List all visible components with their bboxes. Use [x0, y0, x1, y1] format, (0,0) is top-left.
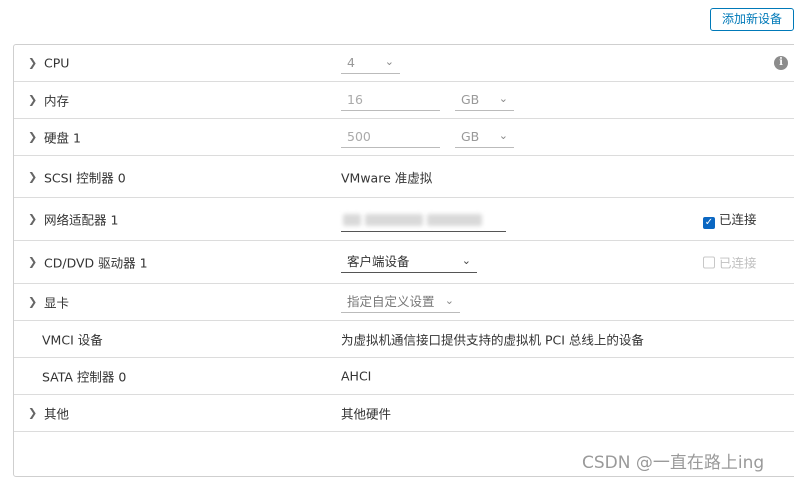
sata-type-value: AHCI [341, 368, 372, 384]
row-label-sata: SATA 控制器 0 [42, 369, 127, 385]
memory-unit-select[interactable]: GB ⌄ [455, 89, 514, 111]
chevron-right-icon[interactable]: ❯ [28, 170, 37, 183]
row-label-hard-disk: 硬盘 1 [44, 130, 81, 146]
row-sata-controller: SATA 控制器 0 AHCI [14, 358, 794, 395]
chevron-right-icon[interactable]: ❯ [28, 131, 37, 144]
chevron-right-icon[interactable]: ❯ [28, 296, 37, 309]
network-select-redacted[interactable] [341, 208, 506, 232]
row-scsi-controller[interactable]: ❯ SCSI 控制器 0 VMware 准虚拟 [14, 156, 794, 198]
disk-unit-select[interactable]: GB ⌄ [455, 126, 514, 148]
row-label-scsi: SCSI 控制器 0 [44, 170, 126, 185]
chevron-down-icon: ⌄ [498, 92, 508, 105]
chevron-down-icon: ⌄ [444, 294, 454, 307]
redacted-text [427, 214, 482, 226]
redacted-text [343, 214, 361, 226]
cddvd-source-select[interactable]: 客户端设备 ⌄ [341, 251, 477, 273]
scsi-type-value: VMware 准虚拟 [341, 170, 433, 185]
chevron-down-icon: ⌄ [384, 55, 394, 68]
cpu-count-select[interactable]: 4 ⌄ [341, 52, 400, 74]
cddvd-connected-checkbox[interactable]: 已连接 [703, 253, 757, 272]
network-connected-checkbox[interactable]: ✓ 已连接 [703, 209, 757, 229]
row-cddvd-drive[interactable]: ❯ CD/DVD 驱动器 1 客户端设备 ⌄ 已连接 [14, 241, 794, 284]
chevron-right-icon[interactable]: ❯ [28, 213, 37, 226]
row-network-adapter[interactable]: ❯ 网络适配器 1 ✓ 已连接 [14, 198, 794, 241]
row-video-card[interactable]: ❯ 显卡 指定自定义设置 ⌄ [14, 284, 794, 321]
cddvd-source-value: 客户端设备 [347, 254, 410, 269]
chevron-down-icon: ⌄ [498, 129, 508, 142]
row-label-other: 其他 [44, 406, 70, 422]
chevron-right-icon[interactable]: ❯ [28, 407, 37, 420]
checkmark-icon: ✓ [703, 217, 715, 229]
network-connected-label: 已连接 [719, 212, 757, 227]
row-label-vmci: VMCI 设备 [42, 332, 103, 348]
row-label-cddvd: CD/DVD 驱动器 1 [44, 255, 148, 271]
other-hardware-value: 其他硬件 [341, 406, 392, 422]
info-icon[interactable]: i [774, 56, 788, 70]
memory-unit-value: GB [461, 92, 480, 107]
row-label-cpu: CPU [44, 55, 70, 71]
video-card-select[interactable]: 指定自定义设置 ⌄ [341, 291, 460, 313]
row-label-network: 网络适配器 1 [44, 212, 119, 228]
video-card-value: 指定自定义设置 [347, 294, 435, 309]
cpu-count-value: 4 [347, 55, 355, 70]
add-new-device-button[interactable]: 添加新设备 [710, 8, 794, 31]
row-other[interactable]: ❯ 其他 其他硬件 [14, 395, 794, 432]
chevron-right-icon[interactable]: ❯ [28, 256, 37, 269]
csdn-watermark: CSDN @一直在路上ing [582, 453, 765, 473]
disk-size-input[interactable]: 500 [341, 126, 440, 148]
row-vmci-device: VMCI 设备 为虚拟机通信接口提供支持的虚拟机 PCI 总线上的设备 [14, 321, 794, 358]
checkbox-icon [703, 256, 715, 269]
virtual-hardware-panel: ❯ CPU 4 ⌄ i ❯ 内存 16 GB ⌄ ❯ 硬盘 1 500 GB ⌄… [13, 44, 794, 477]
chevron-down-icon: ⌄ [461, 254, 471, 267]
memory-input[interactable]: 16 [341, 89, 440, 111]
disk-unit-value: GB [461, 129, 480, 144]
chevron-right-icon[interactable]: ❯ [28, 57, 37, 70]
row-cpu[interactable]: ❯ CPU 4 ⌄ i [14, 45, 794, 82]
vmci-description: 为虚拟机通信接口提供支持的虚拟机 PCI 总线上的设备 [341, 332, 644, 348]
redacted-text [365, 214, 423, 226]
chevron-right-icon[interactable]: ❯ [28, 94, 37, 107]
cddvd-connected-label: 已连接 [719, 255, 757, 271]
row-label-memory: 内存 [44, 93, 70, 109]
row-memory[interactable]: ❯ 内存 16 GB ⌄ [14, 82, 794, 119]
row-hard-disk[interactable]: ❯ 硬盘 1 500 GB ⌄ [14, 119, 794, 156]
row-label-video-card: 显卡 [44, 295, 70, 311]
